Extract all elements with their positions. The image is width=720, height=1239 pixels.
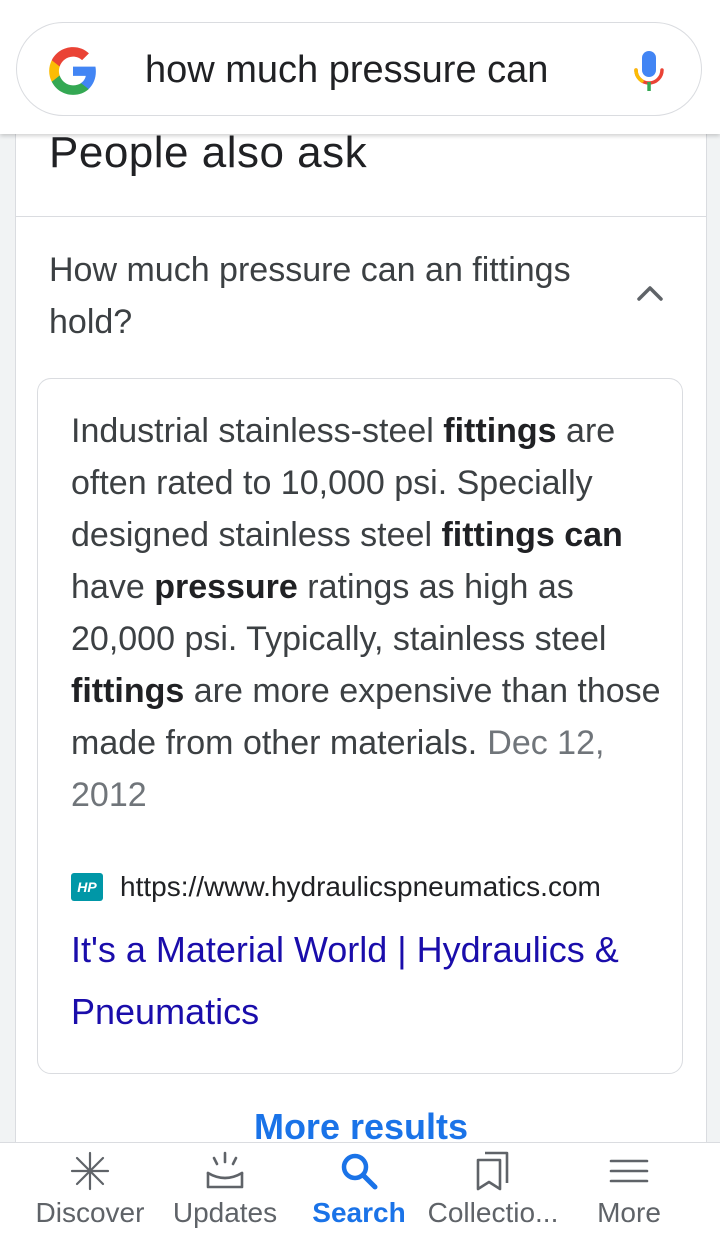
nav-label: Search xyxy=(312,1197,406,1228)
nav-item-discover[interactable]: Discover xyxy=(18,1143,162,1239)
nav-label: Discover xyxy=(35,1197,145,1228)
nav-label: Collectio... xyxy=(427,1197,559,1228)
search-header: how much pressure can xyxy=(0,0,720,134)
search-input[interactable]: how much pressure can xyxy=(145,23,585,117)
nav-label: More xyxy=(597,1197,661,1228)
search-box[interactable]: how much pressure can xyxy=(16,22,702,116)
discover-icon xyxy=(70,1151,110,1191)
search-icon xyxy=(341,1153,378,1190)
answer-highlight: fittings can xyxy=(441,516,623,554)
source-url[interactable]: https://www.hydraulicspneumatics.com xyxy=(120,867,650,907)
nav-item-updates[interactable]: Updates xyxy=(153,1143,297,1239)
google-logo-icon xyxy=(49,47,96,95)
nav-item-search[interactable]: Search xyxy=(287,1143,431,1239)
source-title-link[interactable]: It's a Material World | Hydraulics & Pne… xyxy=(71,919,651,1043)
answer-highlight: fittings xyxy=(443,412,557,450)
bottom-navigation: Discover Updates Search Collectio... Mor… xyxy=(0,1142,720,1239)
people-also-ask-card: People also ask How much pressure can an… xyxy=(15,120,707,1160)
nav-item-collections[interactable]: Collectio... xyxy=(421,1143,565,1239)
answer-text-segment: have xyxy=(71,568,155,606)
answer-box: Industrial stainless-steel fittings are … xyxy=(37,378,683,1074)
nav-label: Updates xyxy=(172,1197,278,1228)
section-title: People also ask xyxy=(49,128,368,177)
menu-icon xyxy=(609,1159,649,1183)
answer-highlight: pressure xyxy=(154,568,298,606)
source-favicon: HP xyxy=(71,873,103,901)
answer-highlight: fittings xyxy=(71,672,185,710)
question-toggle[interactable]: How much pressure can an fittings hold? xyxy=(49,244,619,348)
collections-icon xyxy=(476,1151,509,1191)
answer-text-segment: Industrial stainless-steel xyxy=(71,412,444,450)
nav-item-more[interactable]: More xyxy=(557,1143,701,1239)
chevron-up-icon[interactable] xyxy=(632,278,668,306)
microphone-icon[interactable] xyxy=(631,49,667,93)
answer-snippet: Industrial stainless-steel fittings are … xyxy=(71,405,661,821)
updates-icon xyxy=(206,1151,244,1189)
divider xyxy=(16,216,706,217)
